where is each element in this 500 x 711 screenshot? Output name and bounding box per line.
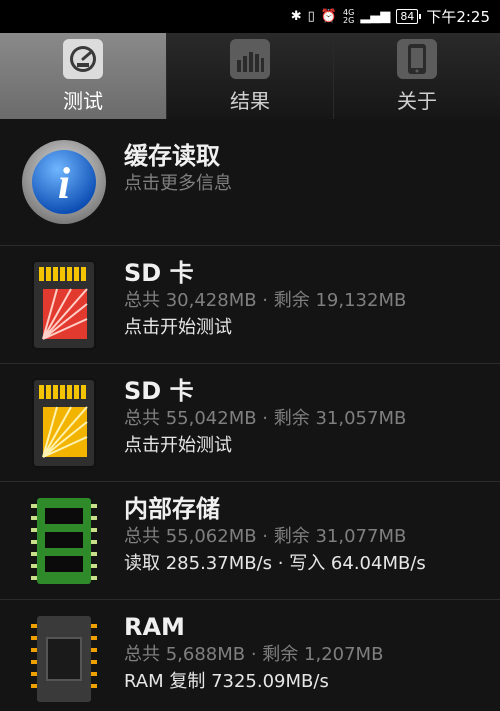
sd-card-2-capacity: 总共 55,042MB · 剩余 31,057MB [124, 408, 407, 429]
svg-text:i: i [58, 159, 71, 208]
tab-about-label: 关于 [397, 88, 437, 113]
bar-chart-icon [230, 38, 270, 79]
info-icon: i [20, 132, 108, 232]
list-item-sd-card-1[interactable]: SD 卡 总共 30,428MB · 剩余 19,132MB 点击开始测试 [0, 246, 500, 364]
list-item-internal-storage[interactable]: 内部存储 总共 55,062MB · 剩余 31,077MB 读取 285.37… [0, 482, 500, 600]
vibrate-icon: ▯ [307, 9, 315, 24]
tab-results[interactable]: 结果 [167, 33, 334, 119]
bluetooth-icon: ✱ [290, 9, 302, 24]
tab-test[interactable]: 测试 [0, 33, 167, 119]
sd-card-2-action: 点击开始测试 [124, 435, 232, 456]
tab-test-label: 测试 [63, 88, 103, 113]
speedometer-icon [63, 38, 103, 79]
clock: 下午2:25 [426, 8, 490, 26]
network-indicator: 4G 2G [343, 8, 355, 25]
internal-storage-result: 读取 285.37MB/s · 写入 64.04MB/s [124, 553, 426, 574]
tab-about[interactable]: 关于 [334, 33, 500, 119]
list-item-ram[interactable]: RAM 总共 5,688MB · 剩余 1,207MB RAM 复制 7325.… [0, 600, 500, 711]
sd-card-1-capacity: 总共 30,428MB · 剩余 19,132MB [124, 290, 407, 311]
internal-storage-capacity: 总共 55,062MB · 剩余 31,077MB [124, 526, 407, 547]
tab-bar: 测试 结果 关于 [0, 33, 500, 119]
battery-indicator: 84 [396, 9, 422, 24]
sd-card-1-action: 点击开始测试 [124, 317, 232, 338]
tab-results-label: 结果 [230, 88, 270, 113]
ram-capacity: 总共 5,688MB · 剩余 1,207MB [124, 644, 384, 665]
memory-chip-icon [20, 491, 108, 591]
status-bar: ✱ ▯ ⏰ 4G 2G ▂▄▆ 84 下午2:25 [0, 0, 500, 33]
test-list: i 缓存读取 点击更多信息 SD 卡 总共 30,428MB · 剩余 19,1… [0, 119, 500, 711]
sd-card-2-title: SD 卡 [124, 377, 194, 405]
phone-icon [397, 38, 437, 79]
sd-card-icon [20, 373, 108, 473]
ram-chip-icon [20, 609, 108, 709]
cache-read-title: 缓存读取 [124, 142, 220, 170]
alarm-icon: ⏰ [320, 9, 338, 24]
list-item-sd-card-2[interactable]: SD 卡 总共 55,042MB · 剩余 31,057MB 点击开始测试 [0, 364, 500, 482]
ram-result: RAM 复制 7325.09MB/s [124, 671, 329, 692]
sd-card-icon [20, 255, 108, 355]
ram-title: RAM [124, 613, 185, 641]
list-item-cache-read[interactable]: i 缓存读取 点击更多信息 [0, 119, 500, 246]
network-type-bottom: 2G [343, 15, 355, 25]
signal-icon: ▂▄▆ [360, 9, 391, 24]
cache-read-subtitle: 点击更多信息 [124, 173, 232, 194]
internal-storage-title: 内部存储 [124, 495, 220, 523]
sd-card-1-title: SD 卡 [124, 259, 194, 287]
